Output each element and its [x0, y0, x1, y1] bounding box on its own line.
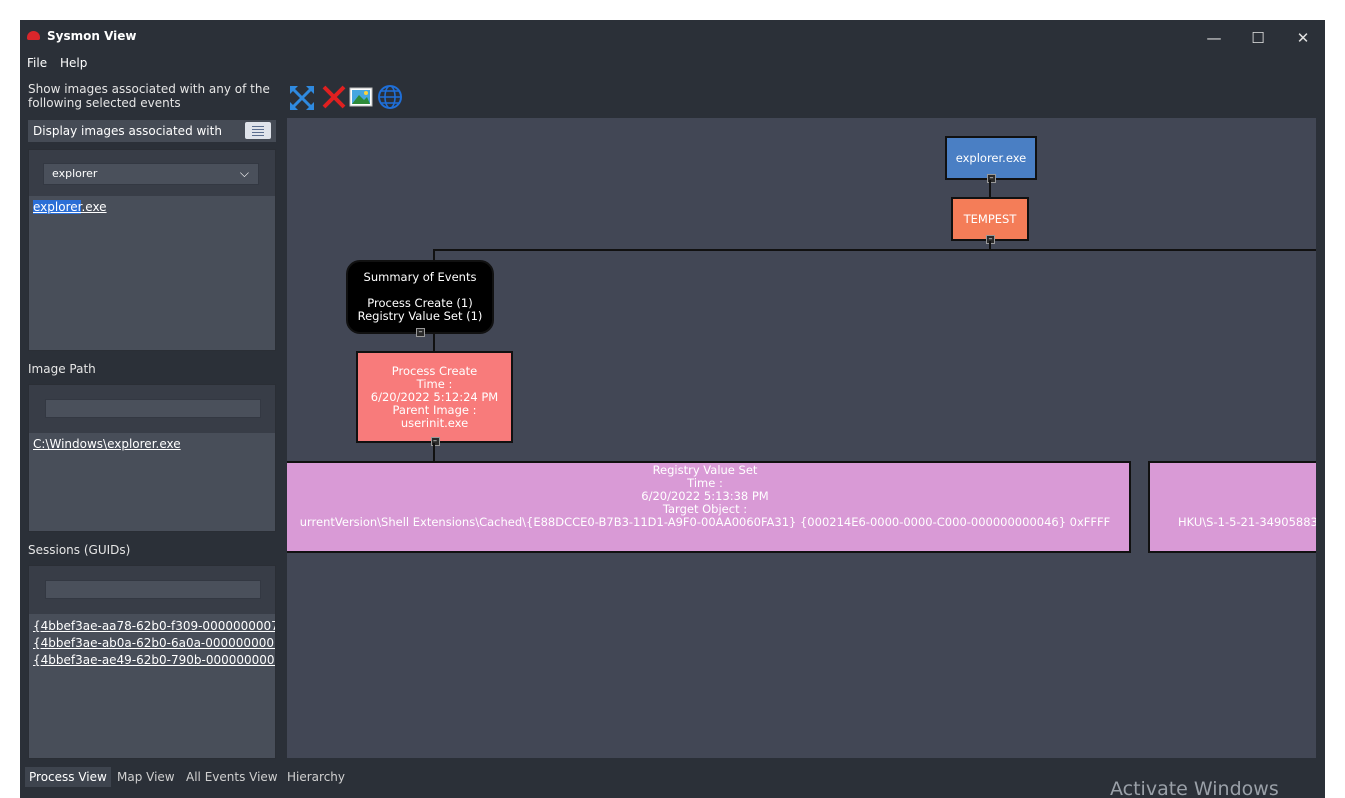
connector: [989, 180, 991, 198]
image-path-filter-input[interactable]: [45, 399, 261, 418]
collapse-toggle[interactable]: –: [416, 328, 425, 337]
app-icon: [27, 31, 40, 40]
session-item[interactable]: {4bbef3ae-aa78-62b0-f309-0000000007(: [33, 619, 275, 633]
title-bar: Sysmon View — ☐ ✕: [20, 20, 1325, 54]
display-images-label: Display images associated with: [33, 124, 222, 138]
image-node-label: explorer.exe: [955, 150, 1027, 165]
globe-icon[interactable]: [378, 85, 402, 109]
summary-node[interactable]: Summary of Events Process Create (1) Reg…: [346, 260, 494, 337]
process-create-parent-label: Parent Image :: [392, 402, 477, 417]
menu-help[interactable]: Help: [60, 56, 87, 70]
image-path-label: Image Path: [28, 362, 96, 376]
session-node[interactable]: TEMPEST –: [951, 197, 1029, 244]
tab-hierarchy[interactable]: Hierarchy: [283, 767, 349, 787]
maximize-button[interactable]: ☐: [1236, 24, 1280, 52]
close-red-icon[interactable]: [322, 85, 346, 109]
chevron-down-icon: ⌵: [239, 166, 249, 180]
sessions-list: {4bbef3ae-aa78-62b0-f309-0000000007( {4b…: [29, 614, 275, 758]
registry-node[interactable]: Registry Value Set Time : 6/20/2022 5:13…: [287, 461, 1131, 553]
image-path-box: C:\Windows\explorer.exe: [28, 384, 276, 532]
tab-map-view[interactable]: Map View: [113, 767, 179, 787]
filter-hint: Show images associated with any of the f…: [28, 82, 270, 110]
image-icon[interactable]: [349, 87, 373, 107]
tab-process-view[interactable]: Process View: [25, 767, 111, 787]
close-button[interactable]: ✕: [1281, 24, 1325, 52]
image-combo-value: explorer: [52, 167, 98, 180]
filter-panel: Show images associated with any of the f…: [20, 76, 282, 764]
connector: [433, 249, 1316, 251]
session-node-label: TEMPEST: [963, 211, 1017, 226]
process-create-time-label: Time :: [416, 376, 453, 391]
sessions-filter-input[interactable]: [45, 580, 261, 599]
display-images-bar: Display images associated with: [28, 120, 276, 142]
session-item[interactable]: {4bbef3ae-ae49-62b0-790b-0000000007: [33, 653, 275, 667]
process-create-node[interactable]: Process Create Time : 6/20/2022 5:12:24 …: [356, 351, 513, 446]
collapse-toggle[interactable]: –: [430, 437, 440, 446]
window-title: Sysmon View: [47, 29, 137, 43]
process-create-time: 6/20/2022 5:12:24 PM: [370, 389, 499, 404]
registry-target: urrentVersion\Shell Extensions\Cached\{E…: [299, 515, 1111, 529]
image-path-item[interactable]: C:\Windows\explorer.exe: [33, 437, 181, 451]
graph-toolbar: [288, 82, 428, 112]
image-combo[interactable]: explorer ⌵: [43, 163, 259, 185]
session-item[interactable]: {4bbef3ae-ab0a-62b0-6a0a-0000000007(: [33, 636, 275, 650]
menu-file[interactable]: File: [27, 56, 47, 70]
connector: [433, 334, 435, 352]
expand-icon[interactable]: [290, 86, 314, 110]
process-create-title: Process Create: [391, 363, 478, 378]
sessions-label: Sessions (GUIDs): [28, 543, 131, 557]
registry-target: HKU\S-1-5-21-349058839: [1178, 515, 1316, 529]
registry-node[interactable]: HKU\S-1-5-21-349058839: [1148, 461, 1316, 553]
image-list: explorer.exe: [29, 196, 275, 350]
summary-line: Registry Value Set (1): [357, 309, 483, 323]
image-node[interactable]: explorer.exe –: [945, 136, 1037, 183]
tab-all-events-view[interactable]: All Events View: [182, 767, 282, 787]
process-create-parent: userinit.exe: [400, 415, 469, 430]
summary-title: Summary of Events: [363, 270, 477, 284]
image-select-box: explorer ⌵ explorer.exe: [28, 149, 276, 351]
view-tabs: Process View Map View All Events View Hi…: [20, 764, 420, 788]
process-graph-canvas[interactable]: explorer.exe – TEMPEST – Summary of Even…: [287, 118, 1316, 758]
image-path-list: C:\Windows\explorer.exe: [29, 433, 275, 531]
sysmon-view-window: Sysmon View — ☐ ✕ File Help Show images …: [20, 20, 1325, 798]
minimize-button[interactable]: —: [1192, 24, 1236, 52]
list-icon[interactable]: [245, 122, 271, 139]
sessions-box: {4bbef3ae-aa78-62b0-f309-0000000007( {4b…: [28, 565, 276, 759]
connector: [433, 443, 435, 462]
image-list-item[interactable]: explorer.exe: [33, 200, 107, 214]
activation-watermark: Activate Windows: [1110, 778, 1279, 798]
